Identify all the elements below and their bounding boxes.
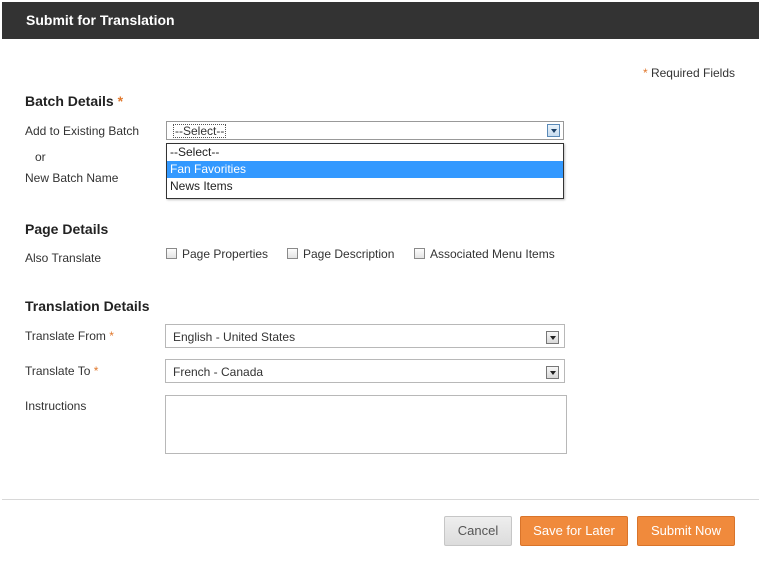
translate-from-text: Translate From xyxy=(25,329,106,343)
translate-to-text: Translate To xyxy=(25,364,91,378)
page-details-title: Page Details xyxy=(25,221,109,237)
submit-now-button[interactable]: Submit Now xyxy=(637,516,735,546)
chevron-down-icon[interactable] xyxy=(546,366,559,379)
translate-from-label: Translate From * xyxy=(25,329,114,343)
batch-option-fan-favorities[interactable]: Fan Favorities xyxy=(167,161,563,178)
batch-option-news-items[interactable]: News Items xyxy=(167,178,563,195)
translate-from-star: * xyxy=(109,329,114,343)
page-properties-checkbox[interactable] xyxy=(166,248,177,259)
translate-from-select[interactable]: English - United States xyxy=(165,324,565,348)
batch-details-title: Batch Details xyxy=(25,93,114,109)
associated-menu-items-checkbox[interactable] xyxy=(414,248,425,259)
instructions-label: Instructions xyxy=(25,399,87,413)
required-fields-text: Required Fields xyxy=(650,66,735,80)
checkbox-page-description[interactable]: Page Description xyxy=(287,247,394,261)
translate-to-select[interactable]: French - Canada xyxy=(165,359,565,383)
instructions-textarea[interactable] xyxy=(165,395,567,454)
translation-details-title: Translation Details xyxy=(25,298,150,314)
translate-to-label: Translate To * xyxy=(25,364,98,378)
page-description-checkbox[interactable] xyxy=(287,248,298,259)
chevron-down-icon[interactable] xyxy=(546,331,559,344)
batch-details-heading: Batch Details * xyxy=(25,93,123,109)
existing-batch-select[interactable]: --Select-- xyxy=(166,121,564,140)
checkbox-associated-menu-items[interactable]: Associated Menu Items xyxy=(414,247,555,261)
translate-from-value: English - United States xyxy=(173,330,296,344)
also-translate-label: Also Translate xyxy=(25,251,102,265)
or-label: or xyxy=(35,150,46,164)
new-batch-label: New Batch Name xyxy=(25,171,119,185)
translate-to-value: French - Canada xyxy=(173,365,264,379)
batch-dropdown-list: --Select-- Fan Favorities News Items xyxy=(166,143,564,199)
associated-menu-items-label: Associated Menu Items xyxy=(430,247,555,261)
batch-option-select[interactable]: --Select-- xyxy=(167,144,563,161)
existing-batch-value: --Select-- xyxy=(173,124,227,138)
existing-batch-label: Add to Existing Batch xyxy=(25,124,140,138)
required-fields-note: * Required Fields xyxy=(643,66,735,80)
submit-translation-dialog: Submit for Translation * Required Fields… xyxy=(0,0,761,562)
required-star: * xyxy=(642,66,648,80)
translate-to-star: * xyxy=(93,364,99,378)
checkbox-page-properties[interactable]: Page Properties xyxy=(166,247,268,261)
dialog-title: Submit for Translation xyxy=(2,2,759,39)
save-for-later-button[interactable]: Save for Later xyxy=(520,516,628,546)
footer-divider xyxy=(2,499,759,500)
batch-required-star: * xyxy=(117,93,124,109)
chevron-down-icon[interactable] xyxy=(547,124,560,137)
page-properties-label: Page Properties xyxy=(182,247,269,261)
page-description-label: Page Description xyxy=(303,247,395,261)
cancel-button[interactable]: Cancel xyxy=(444,516,512,546)
